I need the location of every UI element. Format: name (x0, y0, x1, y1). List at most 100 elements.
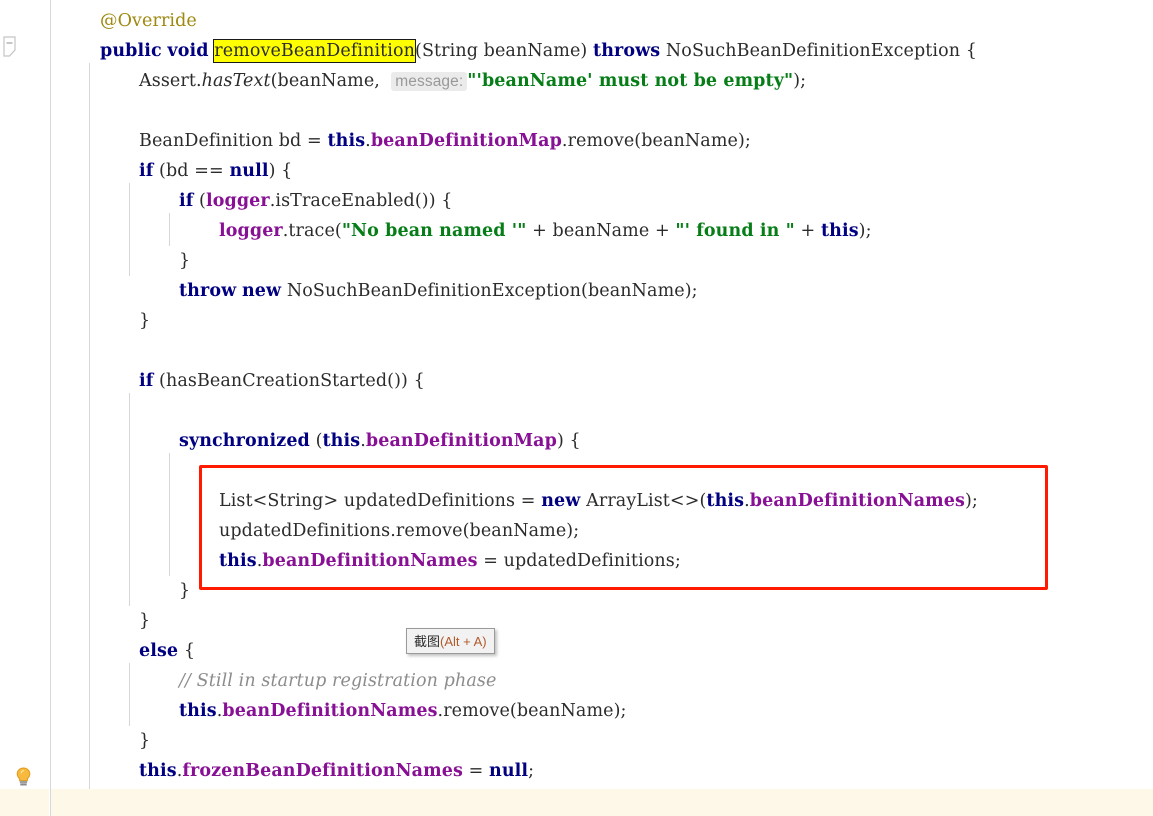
code-text: ) { (268, 161, 293, 181)
kw-if: if (139, 371, 154, 391)
string-literal: "'beanName' must not be empty" (467, 71, 794, 91)
field-beanDefinitionMap: beanDefinitionMap (365, 431, 557, 451)
gutter-current-line-highlight (0, 789, 49, 816)
kw-this: this (706, 491, 745, 511)
kw-new: new (241, 281, 282, 301)
code-line[interactable]: public void removeBeanDefinition(String … (100, 36, 977, 66)
string-literal: "No bean named '" (341, 221, 527, 241)
tooltip-label-cn: 截图 (414, 634, 441, 649)
code-line[interactable]: List<String> updatedDefinitions = new Ar… (219, 486, 978, 516)
code-text: + (794, 221, 821, 241)
comment-line: // Still in startup registration phase (179, 671, 497, 691)
code-text: (beanName, (270, 71, 386, 91)
code-text: ; (528, 761, 535, 781)
code-text: ); (858, 221, 872, 241)
kw-this: this (139, 761, 177, 781)
code-text: List<String> updatedDefinitions = (219, 491, 542, 511)
indent-guide (89, 63, 90, 789)
code-line[interactable]: if (hasBeanCreationStarted()) { (139, 366, 425, 396)
tooltip-shortcut: (Alt + A) (440, 634, 487, 649)
kw-this: this (322, 431, 361, 451)
kw-null: null (489, 761, 529, 781)
code-text: } (139, 311, 151, 331)
kw-public: public (100, 41, 162, 61)
code-line[interactable]: else { (139, 636, 195, 666)
field-logger: logger (219, 221, 283, 241)
code-line[interactable]: this.frozenBeanDefinitionNames = null; (139, 756, 534, 786)
kw-this: this (820, 221, 859, 241)
code-text: ); (793, 71, 807, 91)
code-text: { (178, 641, 196, 661)
code-line[interactable]: logger.trace("No bean named '" + beanNam… (219, 216, 872, 246)
code-text: } (139, 611, 151, 631)
kw-if: if (139, 161, 154, 181)
code-text: updatedDefinitions.remove(beanName); (219, 521, 580, 541)
code-text: .remove(beanName); (437, 701, 627, 721)
code-text: ArrayList<>( (580, 491, 707, 511)
code-line[interactable]: this.beanDefinitionNames = updatedDefini… (219, 546, 681, 576)
code-text: NoSuchBeanDefinitionException(beanName); (281, 281, 698, 301)
code-text: ( (309, 431, 323, 451)
code-text: } (179, 251, 191, 271)
highlighted-symbol[interactable]: removeBeanDefinition (213, 39, 417, 63)
kw-this: this (327, 131, 366, 151)
code-text: BeanDefinition bd = (139, 131, 328, 151)
code-line[interactable]: if (bd == null) { (139, 156, 292, 186)
editor-gutter[interactable] (0, 0, 51, 816)
code-text: = (462, 761, 490, 781)
indent-guide (169, 213, 170, 246)
indent-guide (129, 183, 130, 276)
screenshot-tooltip: 截图(Alt + A) (406, 628, 495, 654)
code-line[interactable]: Assert.hasText(beanName, message: "'beanN… (139, 66, 806, 96)
field-logger: logger (205, 191, 270, 211)
code-line[interactable]: } (179, 246, 190, 276)
code-line[interactable]: } (139, 606, 150, 636)
field-beanDefinitionNames: beanDefinitionNames (262, 551, 478, 571)
code-text: + beanName + (526, 221, 676, 241)
kw-if: if (179, 191, 194, 211)
kw-throw: throw (179, 281, 237, 301)
intention-bulb-icon[interactable] (15, 767, 32, 786)
code-text: (bd == (153, 161, 230, 181)
code-line[interactable]: updatedDefinitions.remove(beanName); (219, 516, 579, 546)
code-line[interactable]: @Override (100, 6, 197, 36)
code-text: NoSuchBeanDefinitionException { (660, 41, 977, 61)
kw-void: void (167, 41, 209, 61)
annotation-override: @Override (100, 11, 197, 31)
field-frozenBeanDefinitionNames: frozenBeanDefinitionNames (182, 761, 463, 781)
code-text: .trace( (282, 221, 342, 241)
code-text: .isTraceEnabled()) { (269, 191, 453, 211)
code-text: ) { (556, 431, 581, 451)
code-fold-collapse-icon[interactable] (3, 36, 16, 58)
indent-guide (129, 393, 130, 606)
indent-guide (129, 663, 130, 726)
code-line[interactable]: } (139, 726, 150, 756)
code-editor[interactable]: @Override public void removeBeanDefiniti… (0, 0, 1153, 816)
code-text: } (139, 731, 151, 751)
field-beanDefinitionNames: beanDefinitionNames (749, 491, 965, 511)
code-line[interactable]: throw new NoSuchBeanDefinitionException(… (179, 276, 698, 306)
code-line[interactable]: } (179, 576, 190, 606)
code-text: (hasBeanCreationStarted()) { (153, 371, 425, 391)
kw-this: this (219, 551, 257, 571)
code-text: Assert. (139, 71, 202, 91)
code-line[interactable]: BeanDefinition bd = this.beanDefinitionM… (139, 126, 751, 156)
code-line[interactable]: if (logger.isTraceEnabled()) { (179, 186, 453, 216)
indent-guide (169, 453, 170, 576)
kw-synchronized: synchronized (179, 431, 310, 451)
code-text: (String beanName) (415, 41, 594, 61)
current-line-highlight (50, 789, 1153, 816)
parameter-hint-message: message: (391, 72, 468, 91)
field-beanDefinitionMap: beanDefinitionMap (370, 131, 562, 151)
code-line[interactable]: // Still in startup registration phase (179, 666, 496, 696)
editor-code-surface[interactable]: @Override public void removeBeanDefiniti… (50, 0, 1153, 816)
string-literal: "' found in " (675, 221, 795, 241)
kw-throws: throws (593, 41, 661, 61)
code-text: } (179, 581, 191, 601)
code-line[interactable]: synchronized (this.beanDefinitionMap) { (179, 426, 581, 456)
kw-else: else (139, 641, 179, 661)
code-text: ( (193, 191, 206, 211)
code-line[interactable]: this.beanDefinitionNames.remove(beanName… (179, 696, 627, 726)
kw-this: this (179, 701, 217, 721)
code-line[interactable]: } (139, 306, 150, 336)
